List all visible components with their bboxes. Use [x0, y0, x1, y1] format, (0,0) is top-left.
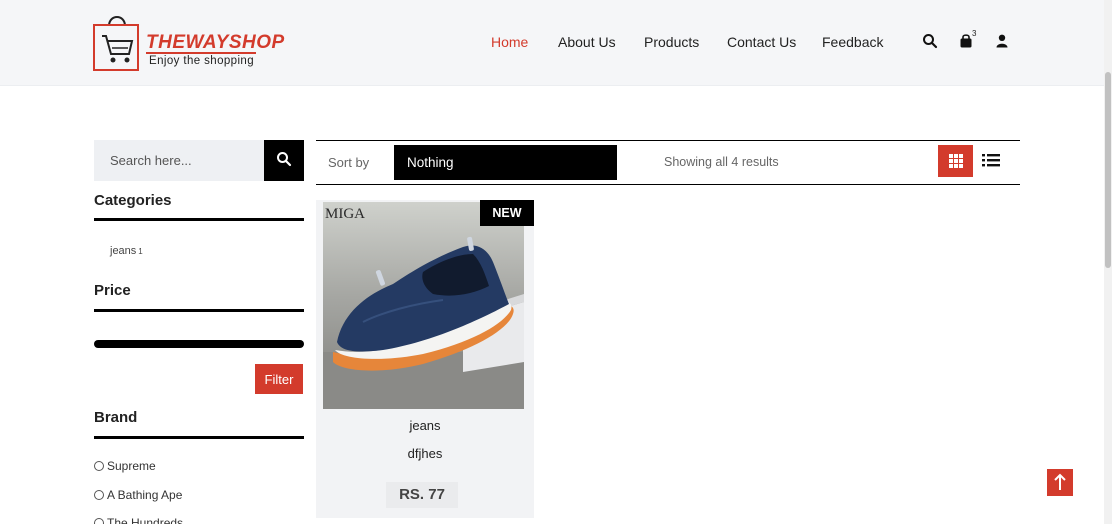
search-icon: [277, 152, 292, 167]
search-button[interactable]: [264, 140, 304, 181]
radio-button[interactable]: [94, 518, 104, 524]
list-view-icon[interactable]: [980, 149, 1002, 171]
product-category: jeans: [409, 418, 441, 433]
sidebar-search: [94, 140, 304, 181]
categories-divider: [94, 218, 304, 221]
nav-about-us[interactable]: About Us: [558, 34, 616, 50]
arrow-up-icon: [1054, 473, 1066, 490]
brand-option-supreme[interactable]: Supreme: [94, 459, 156, 473]
price-title: Price: [94, 282, 131, 299]
category-label: jeans: [110, 245, 137, 257]
product-price: RS. 77: [386, 482, 458, 508]
site-header: THEWAYSHOP Enjoy the shopping Home About…: [0, 0, 1104, 86]
sort-select[interactable]: Nothing: [394, 145, 617, 180]
price-divider: [94, 309, 304, 312]
product-image[interactable]: MIGA: [323, 202, 524, 409]
product-card[interactable]: MIGA NEW jeans dfjhes RS. 77: [316, 200, 534, 518]
price-range-slider[interactable]: [94, 340, 304, 348]
brand-tagline: Enjoy the shopping: [149, 55, 255, 67]
shop-toolbar: Sort by Nothing Showing all 4 results: [316, 140, 1020, 185]
new-badge: NEW: [480, 200, 534, 226]
categories-title: Categories: [94, 192, 172, 209]
category-item-jeans[interactable]: jeans 1: [110, 245, 143, 257]
page-scrollbar[interactable]: [1104, 0, 1112, 524]
scrollbar-thumb[interactable]: [1105, 72, 1111, 268]
brand-title: Brand: [94, 409, 138, 426]
category-count: 1: [138, 247, 143, 256]
brand-option-label: The Hundreds: [107, 516, 184, 524]
radio-button[interactable]: [94, 461, 104, 471]
shoe-product-photo: MIGA: [323, 202, 524, 409]
product-image-watermark: MIGA: [325, 206, 365, 222]
user-icon[interactable]: [994, 33, 1010, 49]
nav-contact-us[interactable]: Contact Us: [727, 34, 796, 50]
brand-option-a-bathing-ape[interactable]: A Bathing Ape: [94, 488, 182, 502]
radio-button[interactable]: [94, 490, 104, 500]
grid-view-button[interactable]: [938, 145, 973, 177]
grid-icon: [949, 154, 963, 168]
search-input[interactable]: [94, 140, 264, 181]
brand-divider: [94, 436, 304, 439]
sort-label: Sort by: [328, 155, 370, 170]
nav-products[interactable]: Products: [644, 34, 699, 50]
result-count: Showing all 4 results: [664, 155, 779, 169]
nav-home[interactable]: Home: [491, 34, 528, 50]
page: THEWAYSHOP Enjoy the shopping Home About…: [0, 0, 1112, 524]
main-nav: Home About Us Products Contact Us Feedba…: [0, 34, 1104, 54]
back-to-top-button[interactable]: [1047, 469, 1073, 496]
search-icon[interactable]: [922, 33, 938, 49]
filter-button[interactable]: Filter: [255, 364, 303, 394]
cart-count-badge: 3: [972, 29, 977, 38]
product-name[interactable]: dfjhes: [316, 446, 534, 461]
brand-option-the-hundreds[interactable]: The Hundreds: [94, 516, 183, 524]
brand-option-label: A Bathing Ape: [107, 488, 183, 502]
brand-option-label: Supreme: [107, 459, 156, 473]
nav-feedback[interactable]: Feedback: [822, 34, 883, 50]
